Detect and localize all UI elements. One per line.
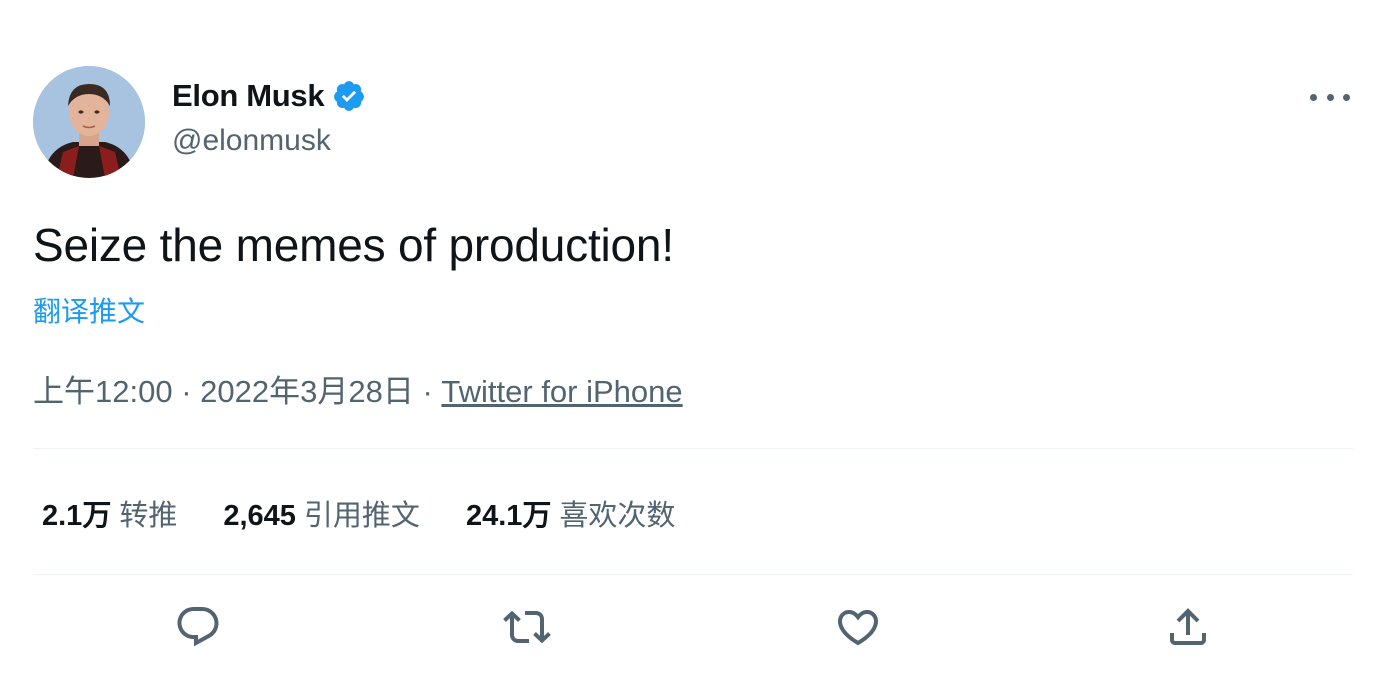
- tweet-date[interactable]: 2022年3月28日: [200, 374, 414, 409]
- tweet-time[interactable]: 上午12:00: [33, 374, 173, 409]
- meta-separator: ·: [422, 374, 433, 409]
- tweet-stats: 2.1万 转推 2,645 引用推文 24.1万 喜欢次数: [42, 492, 721, 534]
- display-name[interactable]: Elon Musk: [172, 78, 325, 114]
- tweet-meta: 上午12:00 · 2022年3月28日 · Twitter for iPhon…: [33, 366, 683, 411]
- divider: [33, 574, 1353, 575]
- retweets-label: 转推: [119, 500, 178, 532]
- quotes-label: 引用推文: [303, 500, 420, 532]
- retweet-icon[interactable]: [503, 603, 551, 651]
- quotes-stat[interactable]: 2,645 引用推文: [223, 492, 420, 534]
- tweet-source-link[interactable]: Twitter for iPhone: [441, 374, 682, 409]
- user-handle[interactable]: @elonmusk: [172, 124, 366, 158]
- share-icon[interactable]: [1164, 603, 1212, 651]
- meta-separator: ·: [181, 374, 192, 409]
- avatar-image: [33, 66, 145, 178]
- retweets-count: 2.1万: [42, 500, 112, 532]
- verified-badge-icon: [332, 79, 366, 113]
- retweets-stat[interactable]: 2.1万 转推: [42, 492, 177, 534]
- likes-stat[interactable]: 24.1万 喜欢次数: [466, 492, 675, 534]
- translate-tweet-link[interactable]: 翻译推文: [33, 290, 145, 330]
- tweet-text: Seize the memes of production!: [33, 219, 674, 271]
- more-options-icon[interactable]: [1310, 82, 1350, 112]
- heart-icon[interactable]: [834, 603, 882, 651]
- avatar[interactable]: [33, 66, 145, 178]
- tweet-card: Elon Musk @elonmusk Seize the memes of p…: [0, 0, 1377, 681]
- quotes-count: 2,645: [223, 500, 296, 532]
- likes-count: 24.1万: [465, 500, 552, 532]
- author-info: Elon Musk @elonmusk: [172, 74, 366, 158]
- likes-label: 喜欢次数: [559, 500, 676, 532]
- divider: [33, 448, 1353, 449]
- reply-icon[interactable]: [174, 603, 222, 651]
